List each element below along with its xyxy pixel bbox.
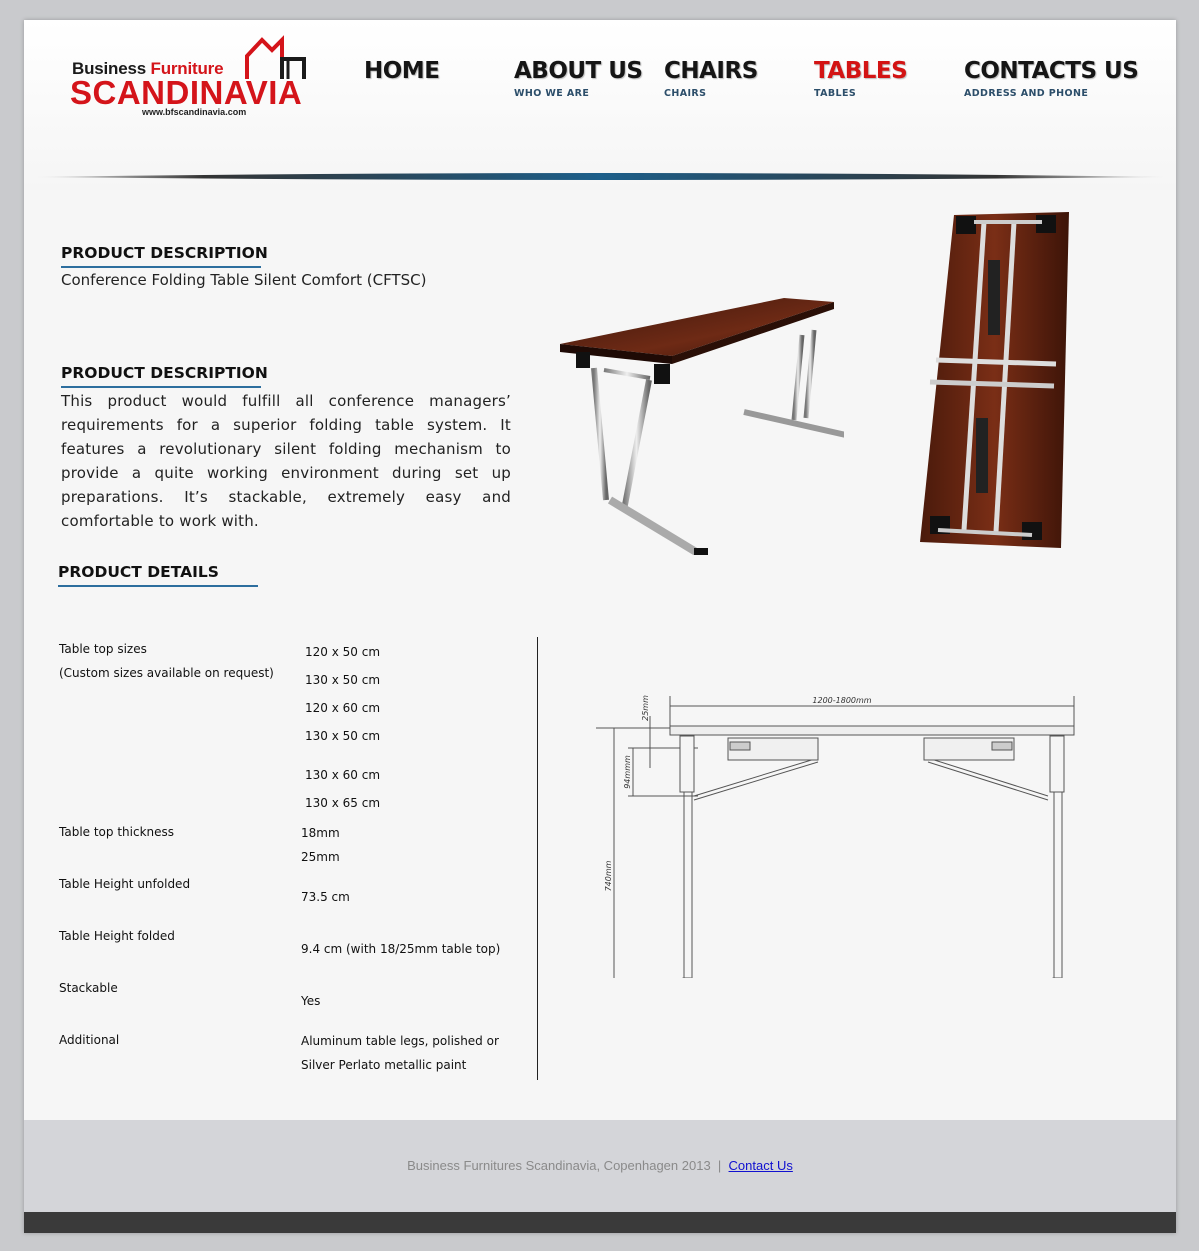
label-table-top-sizes: Table top sizes bbox=[59, 642, 147, 656]
product-details-heading: PRODUCT DETAILS bbox=[58, 563, 219, 581]
nav-chairs[interactable]: CHAIRS CHAIRS bbox=[664, 58, 758, 99]
heading-underline bbox=[61, 266, 261, 268]
product-description-heading-1: PRODUCT DESCRIPTION bbox=[61, 244, 268, 262]
header-divider bbox=[34, 173, 1166, 180]
nav-tables-sub: TABLES bbox=[814, 88, 857, 99]
nav-home-label: HOME bbox=[364, 58, 440, 84]
nav-tables-label: TABLES bbox=[814, 58, 908, 84]
nav-about-us[interactable]: ABOUT US WHO WE ARE bbox=[514, 58, 643, 99]
logo[interactable]: Business Furniture SCANDINAVIA www.bfsca… bbox=[68, 34, 328, 120]
height-unfolded-value: 73.5 cm bbox=[301, 890, 350, 904]
nav-tables[interactable]: TABLES TABLES bbox=[814, 58, 908, 99]
nav-contacts-us-sub: ADDRESS AND PHONE bbox=[964, 88, 1089, 99]
product-name: Conference Folding Table Silent Comfort … bbox=[61, 271, 427, 289]
folded-table-photo bbox=[920, 212, 1069, 548]
nav-contacts-us[interactable]: CONTACTS US ADDRESS AND PHONE bbox=[964, 58, 1139, 99]
product-description-text: This product would fulfill all conferenc… bbox=[61, 392, 511, 530]
label-custom-sizes: (Custom sizes available on request) bbox=[59, 666, 274, 680]
size-value: 130 x 60 cm bbox=[305, 768, 381, 782]
size-value: 120 x 50 cm bbox=[305, 645, 381, 659]
heading-underline bbox=[58, 585, 258, 587]
nav-about-us-label: ABOUT US bbox=[514, 58, 643, 84]
height-folded-value: 9.4 cm (with 18/25mm table top) bbox=[301, 942, 501, 956]
page: Business Furniture SCANDINAVIA www.bfsca… bbox=[24, 20, 1176, 1233]
logo-url: www.bfscandinavia.com bbox=[142, 107, 247, 117]
label-height-folded: Table Height folded bbox=[59, 929, 175, 943]
details-separator bbox=[537, 637, 538, 1080]
dimension-height-label: 740mm bbox=[604, 860, 613, 891]
stackable-value: Yes bbox=[301, 994, 321, 1008]
open-table-photo bbox=[560, 298, 844, 555]
label-table-top-thickness: Table top thickness bbox=[59, 825, 175, 839]
label-additional: Additional bbox=[59, 1033, 120, 1047]
technical-drawing: 1200-1800mm 25mm 94mmm 740mm bbox=[596, 695, 1075, 978]
nav-chairs-label: CHAIRS bbox=[664, 58, 758, 84]
size-value: 130 x 50 cm bbox=[305, 729, 381, 743]
label-stackable: Stackable bbox=[59, 981, 118, 995]
footer-text: Business Furnitures Scandinavia, Copenha… bbox=[24, 1158, 1176, 1173]
nav-about-us-sub: WHO WE ARE bbox=[514, 88, 590, 99]
thickness-value: 18mm bbox=[301, 826, 340, 840]
header: Business Furniture SCANDINAVIA www.bfsca… bbox=[24, 20, 1176, 190]
size-value: 130 x 65 cm bbox=[305, 796, 381, 810]
nav-chairs-sub: CHAIRS bbox=[664, 88, 707, 99]
dimension-top-label: 25mm bbox=[641, 695, 650, 721]
footer-separator: | bbox=[717, 1158, 722, 1173]
label-height-unfolded: Table Height unfolded bbox=[59, 877, 191, 891]
size-value: 120 x 60 cm bbox=[305, 701, 381, 715]
heading-underline bbox=[61, 386, 261, 388]
footer-contact-link[interactable]: Contact Us bbox=[729, 1158, 793, 1173]
nav-home[interactable]: HOME bbox=[364, 58, 440, 84]
footer-bar bbox=[24, 1212, 1176, 1233]
additional-value-1: Aluminum table legs, polished or bbox=[301, 1034, 499, 1048]
dimension-fold-label: 94mmm bbox=[623, 755, 632, 789]
product-description-heading-2: PRODUCT DESCRIPTION bbox=[61, 364, 268, 382]
footer: Business Furnitures Scandinavia, Copenha… bbox=[24, 1120, 1176, 1212]
additional-value-2: Silver Perlato metallic paint bbox=[301, 1058, 467, 1072]
footer-copyright: Business Furnitures Scandinavia, Copenha… bbox=[407, 1158, 711, 1173]
size-value: 130 x 50 cm bbox=[305, 673, 381, 687]
dimension-width-label: 1200-1800mm bbox=[812, 696, 871, 705]
thickness-value: 25mm bbox=[301, 850, 340, 864]
nav-contacts-us-label: CONTACTS US bbox=[964, 58, 1139, 84]
